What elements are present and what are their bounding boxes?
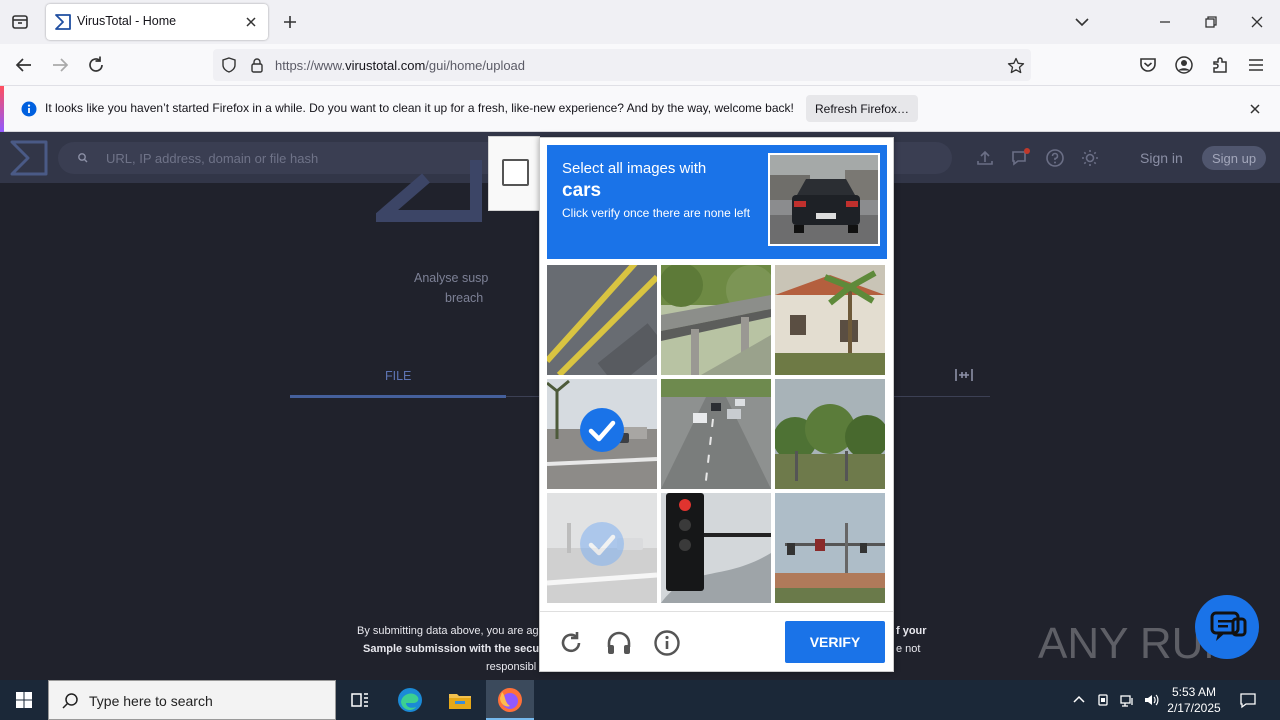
notification-accent (0, 86, 4, 132)
chat-notification-icon[interactable] (1010, 148, 1030, 168)
clock-time: 5:53 AM (1171, 685, 1217, 699)
pocket-icon[interactable] (1137, 54, 1159, 76)
firefox-icon (498, 688, 522, 712)
info-help-icon[interactable] (653, 629, 681, 657)
search-icon (62, 693, 78, 709)
sign-in-link[interactable]: Sign in (1140, 150, 1183, 166)
hamburger-menu-icon[interactable] (1245, 54, 1267, 76)
challenge-tile-1[interactable] (547, 265, 657, 375)
usb-device-icon[interactable] (1095, 692, 1111, 708)
vt-description-line2: breach (445, 291, 484, 305)
reload-icon[interactable] (85, 54, 107, 76)
refresh-firefox-button[interactable]: Refresh Firefox… (806, 95, 918, 122)
edge-browser-icon[interactable] (396, 686, 424, 714)
url-path: /gui/home/upload (425, 58, 526, 73)
task-view-icon[interactable] (346, 686, 374, 714)
chevron-down-icon[interactable] (1072, 12, 1092, 32)
search-tab-icon[interactable] (954, 366, 974, 384)
url-text[interactable]: https://www.virustotal.com/gui/home/uplo… (275, 58, 525, 73)
challenge-tile-5[interactable] (661, 379, 771, 489)
active-tab-indicator (290, 395, 506, 398)
challenge-image-grid (547, 265, 887, 605)
forward-arrow-icon[interactable] (49, 54, 71, 76)
recaptcha-challenge: Select all images with cars Click verify… (539, 137, 894, 672)
url-domain: virustotal.com (345, 58, 426, 73)
minimize-icon[interactable] (1155, 12, 1175, 32)
tab-strip: VirusTotal - Home (0, 0, 1280, 44)
notification-center-icon[interactable] (1239, 691, 1257, 709)
legal-text-line2-right: e not (896, 643, 921, 655)
address-bar[interactable]: https://www.virustotal.com/gui/home/uplo… (213, 49, 1031, 81)
refresh-firefox-notification: It looks like you haven’t started Firefo… (0, 86, 1280, 132)
selected-checkmark-icon (580, 408, 624, 452)
network-icon[interactable] (1119, 692, 1135, 708)
tracking-protection-shield-icon[interactable] (221, 57, 237, 73)
audio-challenge-headphones-icon[interactable] (605, 629, 633, 657)
sign-up-button[interactable]: Sign up (1202, 146, 1266, 170)
challenge-tile-9[interactable] (775, 493, 885, 603)
tab-virustotal[interactable]: VirusTotal - Home (46, 4, 268, 40)
sample-car-image (768, 153, 880, 246)
windows-start-icon[interactable] (0, 680, 48, 720)
back-arrow-icon[interactable] (13, 54, 35, 76)
challenge-instruction: Select all images with (562, 160, 707, 177)
windows-taskbar: Type here to search 5:53 AM 2/17/2025 (0, 680, 1280, 720)
url-prefix: https://www. (275, 58, 346, 73)
bookmark-star-icon[interactable] (1007, 57, 1025, 75)
tab-title: VirusTotal - Home (77, 14, 177, 28)
extensions-icon[interactable] (1209, 54, 1231, 76)
info-icon (21, 101, 37, 117)
legal-text-line3: responsibl (486, 661, 537, 673)
clock-date: 2/17/2025 (1167, 701, 1221, 715)
virustotal-logo-icon[interactable] (10, 140, 48, 176)
verify-button[interactable]: VERIFY (785, 621, 885, 663)
reload-challenge-icon[interactable] (557, 629, 585, 657)
taskbar-search-box[interactable]: Type here to search (48, 680, 336, 720)
tab-file[interactable]: FILE (385, 369, 411, 383)
support-chat-button[interactable] (1195, 595, 1259, 659)
help-icon[interactable] (1045, 148, 1065, 168)
file-explorer-icon[interactable] (446, 686, 474, 714)
list-all-tabs-icon[interactable] (8, 10, 32, 34)
taskbar-clock[interactable]: 5:53 AM 2/17/2025 (1162, 684, 1226, 716)
restore-icon[interactable] (1201, 12, 1221, 32)
tray-chevron-up-icon[interactable] (1071, 692, 1087, 708)
search-icon (78, 153, 88, 163)
virustotal-favicon-icon (55, 14, 71, 30)
upload-icon[interactable] (975, 148, 995, 168)
theme-toggle-icon[interactable] (1080, 148, 1100, 168)
close-icon[interactable] (1246, 100, 1264, 118)
recaptcha-anchor (488, 136, 540, 211)
legal-text-line1: By submitting data above, you are ag (357, 625, 539, 637)
vt-description-line1: Analyse susp (414, 271, 489, 285)
challenge-tile-3[interactable] (775, 265, 885, 375)
challenge-hint: Click verify once there are none left (562, 206, 751, 220)
lock-icon[interactable] (249, 57, 265, 73)
legal-text-line1-right: f your (896, 625, 927, 637)
challenge-header: Select all images with cars Click verify… (547, 145, 887, 259)
account-icon[interactable] (1173, 54, 1195, 76)
new-tab-icon[interactable] (280, 12, 300, 32)
virustotal-hero-logo-icon (376, 160, 482, 222)
challenge-tile-6[interactable] (775, 379, 885, 489)
taskbar-search-text: Type here to search (89, 693, 213, 709)
challenge-footer: VERIFY (540, 611, 893, 671)
volume-icon[interactable] (1143, 692, 1159, 708)
challenge-tile-7[interactable] (547, 493, 657, 603)
close-window-icon[interactable] (1247, 12, 1267, 32)
challenge-tile-2[interactable] (661, 265, 771, 375)
legal-text-line2: Sample submission with the secur (363, 643, 544, 655)
challenge-tile-8[interactable] (661, 493, 771, 603)
close-tab-icon[interactable] (242, 13, 260, 31)
challenge-tile-4[interactable] (547, 379, 657, 489)
navigation-toolbar: https://www.virustotal.com/gui/home/uplo… (0, 44, 1280, 86)
chat-bubble-icon (1210, 611, 1247, 641)
notification-message: It looks like you haven’t started Firefo… (45, 101, 794, 115)
challenge-target: cars (562, 180, 602, 201)
selected-checkmark-icon (580, 522, 624, 566)
firefox-taskbar-active[interactable] (486, 680, 534, 720)
recaptcha-checkbox[interactable] (502, 159, 529, 186)
